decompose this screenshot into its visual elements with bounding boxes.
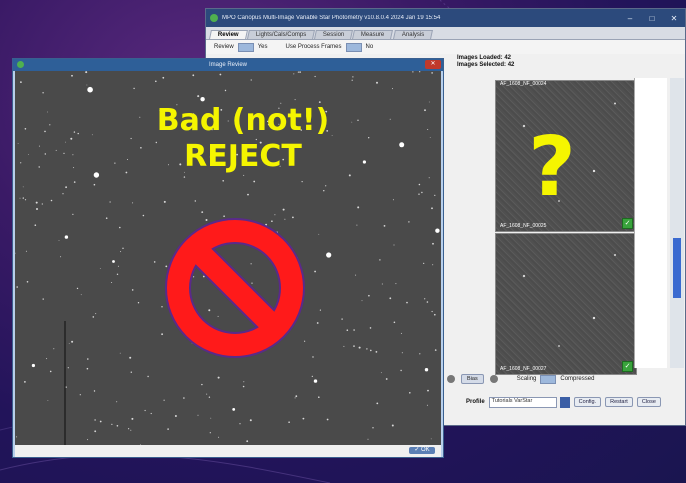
- images-selected-text: Images Selected: 42: [457, 62, 515, 68]
- select-checkbox[interactable]: ✓: [622, 361, 633, 372]
- profile-bar: Profile Tutorials VarStar Config. Restar…: [466, 395, 661, 409]
- select-checkbox[interactable]: ✓: [622, 218, 633, 229]
- profile-label: Profile: [466, 399, 485, 405]
- review-options-bar: Review Yes Use Process Frames No: [206, 40, 685, 54]
- prohibited-icon: [165, 218, 305, 358]
- review-label: Review: [214, 44, 234, 50]
- process-frames-value: No: [365, 44, 374, 50]
- ok-button[interactable]: ✓ OK: [409, 447, 435, 454]
- thumbnail-2[interactable]: AF_1608_NF_00027 ✓: [495, 233, 637, 375]
- thumbnail-label: AF_1608_NF_00025: [500, 223, 547, 229]
- review-title-bar: Image Review ✕: [13, 59, 443, 71]
- brightness-icon[interactable]: [489, 375, 498, 383]
- process-frames-toggle[interactable]: [345, 42, 362, 52]
- profile-dropdown-button[interactable]: [559, 396, 570, 408]
- bias-button[interactable]: Bias: [461, 374, 484, 384]
- review-value: Yes: [257, 44, 268, 50]
- minimize-button[interactable]: –: [619, 14, 641, 23]
- caption-line-1: Bad (not!): [156, 103, 330, 138]
- maximize-button[interactable]: □: [641, 14, 663, 23]
- profile-select[interactable]: Tutorials VarStar: [488, 396, 557, 408]
- restart-button[interactable]: Restart: [605, 397, 633, 407]
- display-options-bar: Bias Scaling Compressed: [444, 372, 684, 386]
- scaling-label: Scaling: [516, 376, 537, 382]
- scrollbar-thumb[interactable]: [673, 238, 681, 298]
- config-button[interactable]: Config.: [573, 397, 602, 407]
- images-count-info: Images Loaded: 42 Images Selected: 42: [457, 55, 514, 69]
- tab-measure[interactable]: Measure: [352, 30, 394, 39]
- question-mark: ?: [528, 120, 576, 215]
- review-footer: ✓ OK: [15, 445, 441, 457]
- tab-analysis[interactable]: Analysis: [392, 30, 434, 39]
- close-button[interactable]: ✕: [663, 14, 685, 23]
- app-icon: [210, 14, 218, 22]
- main-tab-bar: Review Lights/Cals/Comps Session Measure…: [206, 27, 685, 40]
- tab-lights-cals-comps[interactable]: Lights/Cals/Comps: [246, 30, 316, 39]
- caption-line-2: REJECT: [184, 139, 302, 174]
- reject-caption: Bad (not!) REJECT: [118, 103, 368, 175]
- vertical-scrollbar[interactable]: [670, 78, 684, 368]
- thumbnail-label: AF_1608_NF_00024: [500, 81, 547, 87]
- thumbnail-panel-margin: [634, 78, 667, 368]
- tab-review[interactable]: Review: [209, 30, 248, 39]
- app-icon: [17, 61, 24, 68]
- main-title-bar: MPO Canopus Multi-Image Variable Star Ph…: [206, 9, 685, 27]
- review-toggle[interactable]: [237, 42, 254, 52]
- main-window-title: MPO Canopus Multi-Image Variable Star Ph…: [222, 15, 441, 21]
- images-loaded-text: Images Loaded: 42: [457, 55, 512, 61]
- close-button[interactable]: Close: [636, 397, 661, 407]
- process-frames-label: Use Process Frames: [285, 44, 342, 50]
- review-dialog-title: Image Review: [208, 62, 247, 68]
- scaling-toggle[interactable]: [540, 374, 557, 384]
- scaling-value: Compressed: [560, 376, 595, 382]
- tab-session[interactable]: Session: [314, 30, 354, 39]
- review-close-button[interactable]: ✕: [425, 60, 441, 69]
- contrast-icon[interactable]: [447, 375, 455, 383]
